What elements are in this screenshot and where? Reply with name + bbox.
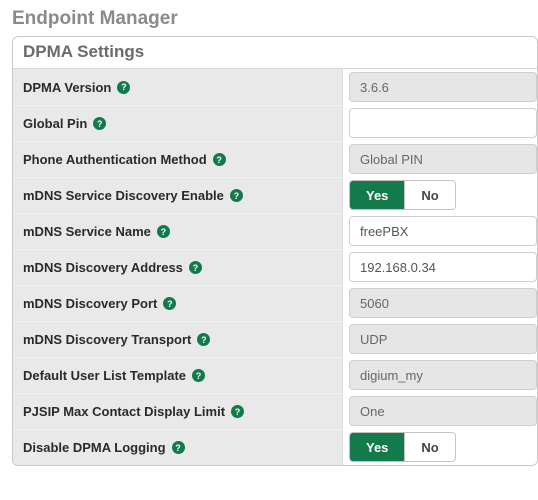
mdns-enable-no-button[interactable]: No	[405, 181, 454, 209]
help-icon[interactable]: ?	[192, 369, 205, 382]
setting-label-cell: Phone Authentication Method?	[13, 141, 343, 177]
mdns-port-label: mDNS Discovery Port	[23, 296, 157, 311]
pjsip-max-contact-value: One	[360, 404, 385, 419]
disable-logging-yes-button[interactable]: Yes	[350, 433, 405, 461]
setting-control-cell	[343, 213, 537, 249]
setting-row-disable-logging: Disable DPMA Logging?YesNo	[13, 429, 537, 465]
pjsip-max-contact-select[interactable]: One	[349, 396, 537, 426]
setting-label-cell: mDNS Discovery Port?	[13, 285, 343, 321]
setting-label-cell: mDNS Discovery Address?	[13, 249, 343, 285]
setting-control-cell: 3.6.6	[343, 69, 537, 105]
disable-logging-label: Disable DPMA Logging	[23, 440, 166, 455]
setting-control-cell: Global PIN	[343, 141, 537, 177]
dpma-settings-panel: DPMA Settings DPMA Version? 3.6.6 Global P…	[12, 36, 538, 466]
setting-control-cell: 5060	[343, 285, 537, 321]
mdns-transport-select[interactable]: UDP	[349, 324, 537, 354]
setting-label-cell: mDNS Discovery Transport?	[13, 321, 343, 357]
mdns-transport-label: mDNS Discovery Transport	[23, 332, 191, 347]
phone-auth-method-value: Global PIN	[360, 152, 423, 167]
help-icon[interactable]: ?	[172, 441, 185, 454]
setting-row-pjsip-max-contact: PJSIP Max Contact Display Limit? One	[13, 393, 537, 429]
help-icon[interactable]: ?	[157, 225, 170, 238]
disable-logging-toggle: YesNo	[349, 432, 456, 462]
setting-control-cell	[343, 249, 537, 285]
global-pin-input[interactable]	[349, 108, 537, 138]
mdns-enable-toggle: YesNo	[349, 180, 456, 210]
help-icon[interactable]: ?	[197, 333, 210, 346]
settings-body: DPMA Version?3.6.6Global Pin?Phone Authe…	[13, 69, 537, 465]
help-icon[interactable]: ?	[230, 189, 243, 202]
mdns-port-select[interactable]: 5060	[349, 288, 537, 318]
setting-row-mdns-transport: mDNS Discovery Transport? UDP	[13, 321, 537, 357]
setting-label-cell: mDNS Service Name?	[13, 213, 343, 249]
setting-control-cell: One	[343, 393, 537, 429]
mdns-address-input[interactable]	[349, 252, 537, 282]
mdns-enable-label: mDNS Service Discovery Enable	[23, 188, 224, 203]
setting-row-default-template: Default User List Template? digium_my	[13, 357, 537, 393]
setting-label-cell: Disable DPMA Logging?	[13, 429, 343, 465]
setting-row-phone-auth-method: Phone Authentication Method? Global PIN	[13, 141, 537, 177]
help-icon[interactable]: ?	[117, 81, 130, 94]
default-template-value: digium_my	[360, 368, 423, 383]
phone-auth-method-label: Phone Authentication Method	[23, 152, 207, 167]
mdns-port-value: 5060	[360, 296, 389, 311]
setting-label-cell: Global Pin?	[13, 105, 343, 141]
help-icon[interactable]: ?	[231, 405, 244, 418]
setting-label-cell: PJSIP Max Contact Display Limit?	[13, 393, 343, 429]
help-icon[interactable]: ?	[163, 297, 176, 310]
setting-label-cell: DPMA Version?	[13, 69, 343, 105]
pjsip-max-contact-label: PJSIP Max Contact Display Limit	[23, 404, 225, 419]
setting-label-cell: Default User List Template?	[13, 357, 343, 393]
setting-label-cell: mDNS Service Discovery Enable?	[13, 177, 343, 213]
setting-row-mdns-service-name: mDNS Service Name?	[13, 213, 537, 249]
help-icon[interactable]: ?	[93, 117, 106, 130]
setting-control-cell: YesNo	[343, 177, 537, 213]
setting-control-cell	[343, 105, 537, 141]
setting-control-cell: UDP	[343, 321, 537, 357]
mdns-service-name-input[interactable]	[349, 216, 537, 246]
disable-logging-no-button[interactable]: No	[405, 433, 454, 461]
setting-row-mdns-port: mDNS Discovery Port? 5060	[13, 285, 537, 321]
help-icon[interactable]: ?	[189, 261, 202, 274]
help-icon[interactable]: ?	[213, 153, 226, 166]
setting-control-cell: YesNo	[343, 429, 537, 465]
dpma-version-value: 3.6.6	[360, 80, 389, 95]
mdns-enable-yes-button[interactable]: Yes	[350, 181, 405, 209]
mdns-address-label: mDNS Discovery Address	[23, 260, 183, 275]
page-title: Endpoint Manager	[12, 8, 538, 30]
dpma-version-select[interactable]: 3.6.6	[349, 72, 537, 102]
default-template-label: Default User List Template	[23, 368, 186, 383]
default-template-select[interactable]: digium_my	[349, 360, 537, 390]
setting-row-global-pin: Global Pin?	[13, 105, 537, 141]
mdns-service-name-label: mDNS Service Name	[23, 224, 151, 239]
phone-auth-method-select[interactable]: Global PIN	[349, 144, 537, 174]
panel-header: DPMA Settings	[13, 37, 537, 69]
global-pin-label: Global Pin	[23, 116, 87, 131]
setting-row-mdns-enable: mDNS Service Discovery Enable?YesNo	[13, 177, 537, 213]
dpma-version-label: DPMA Version	[23, 80, 111, 95]
setting-row-mdns-address: mDNS Discovery Address?	[13, 249, 537, 285]
setting-control-cell: digium_my	[343, 357, 537, 393]
mdns-transport-value: UDP	[360, 332, 387, 347]
setting-row-dpma-version: DPMA Version? 3.6.6	[13, 69, 537, 105]
